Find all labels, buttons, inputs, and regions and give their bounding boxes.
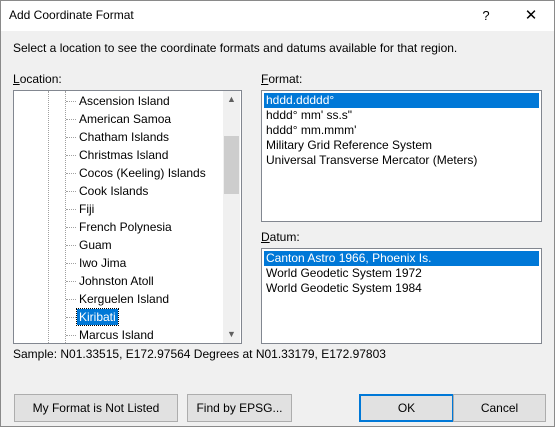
- location-item[interactable]: Kerguelen Island: [66, 290, 236, 308]
- find-by-epsg-button[interactable]: Find by EPSG...: [187, 394, 292, 422]
- location-scrollbar[interactable]: ▲ ▼: [223, 91, 240, 343]
- location-item[interactable]: French Polynesia: [66, 218, 236, 236]
- tree-connector: [66, 317, 76, 318]
- format-not-listed-button[interactable]: My Format is Not Listed: [14, 394, 178, 422]
- location-item[interactable]: Chatham Islands: [66, 128, 236, 146]
- datum-list[interactable]: Canton Astro 1966, Phoenix Is. World Geod…: [261, 248, 542, 344]
- location-item-label: French Polynesia: [79, 220, 172, 234]
- location-label: Location:: [13, 72, 62, 86]
- tree-connector: [66, 299, 76, 300]
- format-label: Format:: [261, 72, 303, 86]
- location-item[interactable]: Marcus Island: [66, 326, 236, 343]
- format-option[interactable]: hddd° mm.mmm': [264, 123, 358, 138]
- scroll-thumb[interactable]: [224, 136, 239, 194]
- location-item[interactable]: Kiribati: [66, 308, 236, 326]
- close-icon[interactable]: ✕: [508, 1, 554, 31]
- location-tree[interactable]: Ascension Island American Samoa Chatham Is…: [13, 90, 242, 344]
- datum-label: Datum:: [261, 230, 300, 244]
- tree-connector: [66, 101, 76, 102]
- dialog-title: Add Coordinate Format: [9, 8, 134, 22]
- tree-connector: [66, 119, 76, 120]
- title-bar: Add Coordinate Format ? ✕: [1, 1, 554, 31]
- datum-option[interactable]: Canton Astro 1966, Phoenix Is.: [264, 251, 539, 266]
- format-option[interactable]: hddd.ddddd°: [264, 93, 539, 108]
- location-item-label: Iwo Jima: [79, 256, 127, 270]
- location-item[interactable]: American Samoa: [66, 110, 236, 128]
- format-option[interactable]: Military Grid Reference System: [264, 138, 434, 153]
- tree-connector: [66, 173, 76, 174]
- location-item-label: Kerguelen Island: [79, 292, 170, 306]
- format-list[interactable]: hddd.ddddd° hddd° mm' ss.s" hddd° mm.mmm' M…: [261, 90, 542, 222]
- tree-connector: [66, 155, 76, 156]
- location-item[interactable]: Cocos (Keeling) Islands: [66, 164, 236, 182]
- scroll-down-icon[interactable]: ▼: [223, 326, 240, 343]
- location-item-label: Marcus Island: [79, 328, 154, 342]
- tree-connector: [66, 263, 76, 264]
- dialog-window: Add Coordinate Format ? ✕ Select a locat…: [0, 0, 555, 427]
- format-option[interactable]: hddd° mm' ss.s": [264, 108, 354, 123]
- location-item-label: Johnston Atoll: [79, 274, 154, 288]
- location-item[interactable]: Guam: [66, 236, 236, 254]
- location-item-label: Chatham Islands: [79, 130, 170, 144]
- datum-option[interactable]: World Geodetic System 1972: [264, 266, 424, 281]
- tree-connector: [66, 335, 76, 336]
- location-item-label: Guam: [79, 238, 112, 252]
- location-item[interactable]: Fiji: [66, 200, 236, 218]
- tree-connector: [66, 209, 76, 210]
- location-item[interactable]: Christmas Island: [66, 146, 236, 164]
- location-item-label: Christmas Island: [79, 148, 169, 162]
- tree-connector: [66, 281, 76, 282]
- scroll-up-icon[interactable]: ▲: [223, 91, 240, 108]
- location-item-label: Cocos (Keeling) Islands: [79, 166, 206, 180]
- ok-button[interactable]: OK: [359, 394, 454, 422]
- location-item[interactable]: Ascension Island: [66, 92, 236, 110]
- location-item-label: Fiji: [79, 202, 95, 216]
- location-item[interactable]: Cook Islands: [66, 182, 236, 200]
- tree-connector: [66, 245, 76, 246]
- location-item-label: Kiribati: [76, 308, 119, 326]
- tree-connector: [66, 137, 76, 138]
- format-option[interactable]: Universal Transverse Mercator (Meters): [264, 153, 479, 168]
- location-item[interactable]: Iwo Jima: [66, 254, 236, 272]
- cancel-button[interactable]: Cancel: [453, 394, 546, 422]
- sample-text: Sample: N01.33515, E172.97564 Degrees at…: [13, 347, 386, 361]
- location-item-label: American Samoa: [79, 112, 172, 126]
- location-item[interactable]: Johnston Atoll: [66, 272, 236, 290]
- location-item-label: Ascension Island: [79, 94, 170, 108]
- location-item-label: Cook Islands: [79, 184, 149, 198]
- tree-line: [48, 91, 49, 343]
- tree-connector: [66, 227, 76, 228]
- tree-connector: [66, 191, 76, 192]
- datum-option[interactable]: World Geodetic System 1984: [264, 281, 424, 296]
- help-button[interactable]: ?: [463, 1, 509, 31]
- instruction-text: Select a location to see the coordinate …: [13, 41, 458, 55]
